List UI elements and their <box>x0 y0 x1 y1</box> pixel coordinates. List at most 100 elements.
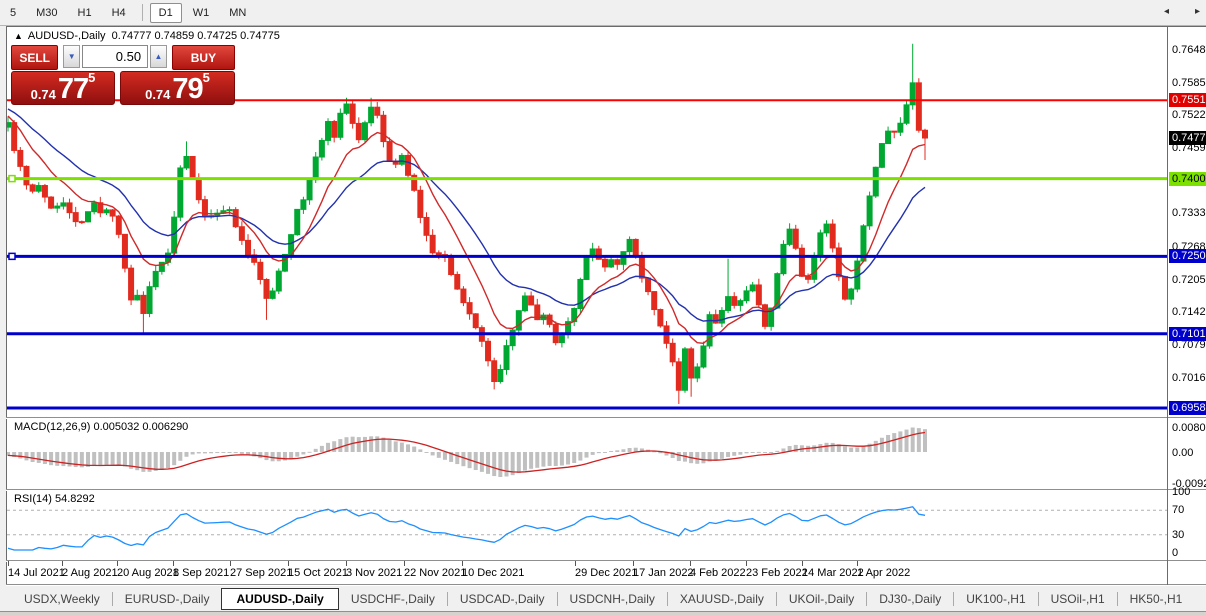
timeframe-button-m30[interactable]: M30 <box>27 3 66 23</box>
tab-dj30-daily[interactable]: DJ30-,Daily <box>867 589 953 609</box>
date-axis-tick <box>857 561 858 566</box>
tab-uk100-h1[interactable]: UK100-,H1 <box>954 589 1037 609</box>
buy-price-main: 79 <box>172 73 203 105</box>
price-axis-tick: 0.73330 <box>1172 207 1206 220</box>
macd-panel-separator[interactable] <box>6 417 1206 419</box>
date-axis-tick <box>802 561 803 566</box>
buy-button[interactable]: BUY <box>171 45 235 70</box>
date-axis-tick <box>746 561 747 566</box>
date-axis-tick <box>117 561 118 566</box>
date-axis-label: 27 Sep 2021 <box>230 567 293 579</box>
tab-audusd-daily[interactable]: AUDUSD-,Daily <box>221 587 339 610</box>
macd-name: MACD(12,26,9) <box>14 421 91 433</box>
timeframe-button-w1[interactable]: W1 <box>184 3 219 23</box>
date-axis-label: 3 Nov 2021 <box>346 567 403 579</box>
date-axis-tick <box>346 561 347 566</box>
tabbar-separator <box>6 584 1206 586</box>
symbol-tabbar: USDX,Weekly EURUSD-,Daily AUDUSD-,Daily USD… <box>0 586 1206 611</box>
timeframe-button-mn[interactable]: MN <box>220 3 255 23</box>
tab-usdcnh-daily[interactable]: USDCNH-,Daily <box>558 589 667 609</box>
date-axis-separator <box>6 560 1206 562</box>
macd-axis-tick: 0.00 <box>1172 447 1194 459</box>
tab-usoil-h1[interactable]: USOil-,H1 <box>1039 589 1117 609</box>
price-axis-tick: 0.71425 <box>1172 306 1206 319</box>
macd-label: MACD(12,26,9) 0.005032 0.006290 <box>14 421 188 433</box>
one-click-trade-panel: SELL ▼ ▲ BUY 0.74 77 5 0.74 79 5 <box>11 45 235 105</box>
chart-ohlc-values: 0.74777 0.74859 0.74725 0.74775 <box>111 30 280 42</box>
date-axis-tick <box>288 561 289 566</box>
tab-usdcad-daily[interactable]: USDCAD-,Daily <box>448 589 557 609</box>
date-axis-label: 22 Nov 2021 <box>404 567 467 579</box>
date-axis-label: 8 Sep 2021 <box>173 567 230 579</box>
date-axis-tick <box>173 561 174 566</box>
toolbar-separator <box>141 4 143 21</box>
arrow-down-icon: ▼ <box>67 52 76 61</box>
tab-scroll-right-icon[interactable]: ▸ <box>1195 6 1200 17</box>
rsi-name: RSI(14) <box>14 493 52 505</box>
rsi-panel-separator[interactable] <box>6 489 1206 491</box>
date-axis-label: 29 Dec 2021 <box>575 567 638 579</box>
date-axis-label: 17 Jan 2022 <box>633 567 694 579</box>
tab-xauusd-daily[interactable]: XAUUSD-,Daily <box>668 589 776 609</box>
tab-scroll-left-icon[interactable]: ◂ <box>1164 6 1169 17</box>
tab-scroll-arrows: ◂ ▸ <box>1164 6 1200 17</box>
timeframe-button-5[interactable]: 5 <box>1 3 25 23</box>
price-axis-tick: 0.75220 <box>1172 109 1206 122</box>
price-axis-tick: 0.75850 <box>1172 76 1206 89</box>
sell-price-main: 77 <box>57 73 89 105</box>
date-axis-label: 2 Aug 2021 <box>62 567 118 579</box>
rsi-value: 54.8292 <box>54 493 95 505</box>
date-axis-tick <box>633 561 634 566</box>
date-axis-tick <box>230 561 231 566</box>
rsi-label: RSI(14) 54.8292 <box>14 493 95 505</box>
price-axis-tick: 0.72055 <box>1172 273 1206 286</box>
price-line-badge: 0.72504 <box>1169 249 1206 264</box>
price-axis-tick: 0.76480 <box>1172 44 1206 56</box>
arrow-up-icon: ▲ <box>154 52 163 61</box>
date-axis-label: 1 Apr 2022 <box>857 567 911 579</box>
tab-usdchf-daily[interactable]: USDCHF-,Daily <box>339 589 447 609</box>
sell-price-prefix: 0.74 <box>30 87 56 102</box>
price-axis-tick: 0.70165 <box>1172 371 1206 384</box>
tab-ukoil-daily[interactable]: UKOil-,Daily <box>777 589 866 609</box>
rsi-axis-tick: 0 <box>1172 547 1179 559</box>
sell-price-display[interactable]: 0.74 77 5 <box>11 71 115 105</box>
tab-hk50-h1[interactable]: HK50-,H1 <box>1118 589 1195 609</box>
date-axis-label: 15 Oct 2021 <box>288 567 348 579</box>
timeframe-toolbar: 5 M30 H1 H4 D1 W1 MN <box>0 0 1206 26</box>
tab-eurusd-daily[interactable]: EURUSD-,Daily <box>113 589 222 609</box>
buy-price-display[interactable]: 0.74 79 5 <box>120 71 235 105</box>
price-line-badge: 0.69582 <box>1169 401 1206 415</box>
price-line-badge: 0.74002 <box>1169 171 1206 186</box>
price-axis-separator <box>1167 26 1168 585</box>
buy-price-prefix: 0.74 <box>145 87 171 102</box>
volume-decrease-button[interactable]: ▼ <box>63 45 81 68</box>
date-axis-tick <box>575 561 576 566</box>
date-axis-label: 4 Feb 2022 <box>690 567 746 579</box>
chart-symbol-label: AUDUSD-,Daily <box>27 30 106 42</box>
rsi-axis-tick: 70 <box>1172 504 1185 517</box>
timeframe-button-h4[interactable]: H4 <box>103 3 135 23</box>
date-axis-tick <box>690 561 691 566</box>
date-axis-tick <box>404 561 405 566</box>
timeframe-button-d1[interactable]: D1 <box>149 2 182 23</box>
macd-axis-tick: 0.008061 <box>1172 422 1206 434</box>
buy-price-pip: 5 <box>202 70 210 85</box>
timeframe-button-h1[interactable]: H1 <box>69 3 101 23</box>
date-axis-label: 20 Aug 2021 <box>117 567 179 579</box>
price-line-badge: 0.75512 <box>1169 93 1206 108</box>
current-price-badge: 0.74775 <box>1169 131 1206 146</box>
date-axis-label: 23 Feb 2022 <box>746 567 808 579</box>
volume-input[interactable] <box>82 45 149 68</box>
date-axis-label: 14 Mar 2022 <box>802 567 864 579</box>
rsi-axis-tick: 30 <box>1172 528 1185 541</box>
date-axis-tick <box>462 561 463 566</box>
tab-usdx-weekly[interactable]: USDX,Weekly <box>12 589 112 609</box>
rsi-indicator-panel[interactable] <box>7 490 1167 560</box>
sell-button[interactable]: SELL <box>11 45 59 70</box>
date-axis-tick <box>62 561 63 566</box>
collapse-icon[interactable]: ▲ <box>14 31 23 41</box>
date-axis-label: 10 Dec 2021 <box>462 567 525 579</box>
date-axis-label: 14 Jul 2021 <box>8 567 65 579</box>
volume-increase-button[interactable]: ▲ <box>150 45 167 68</box>
